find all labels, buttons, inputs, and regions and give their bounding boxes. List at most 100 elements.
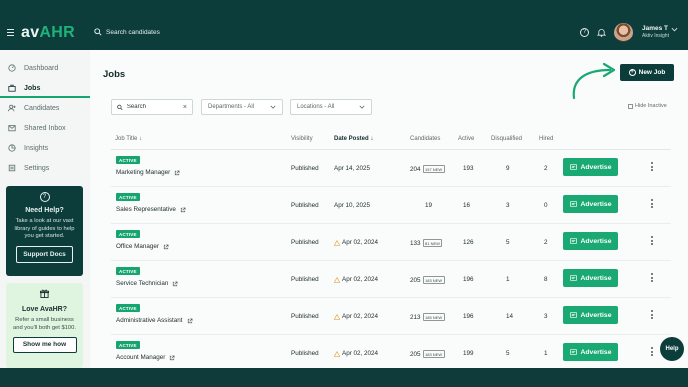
advertise-button[interactable]: Advertise <box>563 343 618 361</box>
sidebar-item-candidates[interactable]: Candidates <box>0 100 90 116</box>
candidates-value[interactable]: 204 157 NEW <box>410 165 445 173</box>
referral-card-text: Refer a small business and you'll both g… <box>13 317 76 331</box>
date-posted-value: Apr 14, 2025 <box>334 165 371 172</box>
locations-select[interactable]: Locations - All <box>290 99 372 115</box>
search-icon <box>94 28 102 36</box>
more-options-icon[interactable] <box>651 273 654 283</box>
advertise-button[interactable]: Advertise <box>563 232 618 250</box>
sidebar-item-label: Insights <box>24 144 49 152</box>
column-date-posted[interactable]: Date Posted ↓ <box>334 136 373 142</box>
job-title-link[interactable]: Account Manager <box>116 354 175 361</box>
date-posted-value: Apr 02, 2024 <box>334 350 378 357</box>
advertise-button[interactable]: Advertise <box>563 269 618 287</box>
external-link-icon[interactable] <box>172 281 178 287</box>
visibility-value: Published <box>291 239 319 246</box>
app-logo[interactable]: avAHR <box>21 24 75 42</box>
hired-value: 2 <box>544 165 548 172</box>
new-job-label: New Job <box>638 69 666 76</box>
checkbox-icon[interactable] <box>628 103 633 109</box>
disqualified-value: 9 <box>506 165 510 172</box>
visibility-value: Published <box>291 165 319 172</box>
table-header: Job Title ↓ Visibility Date Posted ↓ Can… <box>111 136 671 148</box>
search-candidates-input[interactable] <box>106 28 216 36</box>
support-docs-button[interactable]: Support Docs <box>16 245 73 263</box>
job-title-link[interactable]: Service Technician <box>116 280 178 287</box>
column-hired[interactable]: Hired <box>539 136 553 142</box>
more-options-icon[interactable] <box>651 199 654 209</box>
chevron-down-icon[interactable] <box>671 27 678 32</box>
annotation-arrow-icon <box>572 62 616 100</box>
column-job-title[interactable]: Job Title ↓ <box>115 136 142 142</box>
candidates-value[interactable]: 205 183 NEW <box>410 276 445 284</box>
insights-icon <box>8 144 16 152</box>
external-link-icon[interactable] <box>174 170 180 176</box>
table-row[interactable]: ACTIVE Service Technician Published Apr 02,… <box>111 261 671 298</box>
more-options-icon[interactable] <box>651 347 654 357</box>
warning-icon <box>334 276 340 283</box>
hide-inactive-toggle[interactable]: Hide Inactive <box>628 103 667 109</box>
external-link-icon[interactable] <box>163 244 169 250</box>
advertise-button[interactable]: Advertise <box>563 306 618 324</box>
megaphone-icon <box>569 275 577 281</box>
table-row[interactable]: ACTIVE Account Manager Published Apr 02, 20… <box>111 335 671 372</box>
sidebar-item-jobs[interactable]: Jobs <box>0 80 90 96</box>
clear-icon[interactable]: × <box>183 104 187 111</box>
external-link-icon[interactable] <box>169 355 175 361</box>
external-link-icon[interactable] <box>180 207 186 213</box>
new-candidates-badge: 183 NEW <box>422 350 445 358</box>
job-search-field[interactable]: × <box>111 99 193 115</box>
disqualified-value: 5 <box>506 239 510 246</box>
menu-icon[interactable] <box>7 29 14 36</box>
sidebar-item-shared-inbox[interactable]: Shared Inbox <box>0 120 90 136</box>
new-job-button[interactable]: + New Job <box>620 64 674 81</box>
job-search-input[interactable] <box>126 104 179 110</box>
more-options-icon[interactable] <box>651 162 654 172</box>
departments-select[interactable]: Departments - All <box>201 99 283 115</box>
sidebar-item-settings[interactable]: Settings <box>0 160 90 176</box>
search-icon <box>117 104 123 110</box>
advertise-button[interactable]: Advertise <box>563 195 618 213</box>
status-badge: ACTIVE <box>116 304 140 312</box>
column-visibility[interactable]: Visibility <box>291 136 313 142</box>
table-row[interactable]: ACTIVE Administrative Assistant Published A… <box>111 298 671 335</box>
warning-icon <box>334 239 340 246</box>
user-org: Aktiv Insight <box>642 33 669 39</box>
show-me-how-button[interactable]: Show me how <box>12 337 77 353</box>
sidebar-item-dashboard[interactable]: Dashboard <box>0 60 90 76</box>
visibility-value: Published <box>291 276 319 283</box>
candidate-search[interactable] <box>94 28 216 36</box>
bell-icon[interactable] <box>597 28 606 37</box>
column-disqualified[interactable]: Disqualified <box>491 136 522 142</box>
candidates-value[interactable]: 19 <box>425 202 432 209</box>
active-value: 126 <box>463 239 474 246</box>
warning-icon <box>334 350 340 357</box>
table-row[interactable]: ACTIVE Marketing Manager Published Apr 14, … <box>111 150 671 187</box>
avatar[interactable] <box>614 23 633 42</box>
column-candidates[interactable]: Candidates <box>410 136 440 142</box>
disqualified-value: 3 <box>506 202 510 209</box>
referral-card: Love AvaHR? Refer a small business and y… <box>6 283 83 368</box>
candidates-value[interactable]: 205 183 NEW <box>410 350 445 358</box>
sidebar-item-insights[interactable]: Insights <box>0 140 90 156</box>
column-active[interactable]: Active <box>458 136 474 142</box>
table-row[interactable]: ACTIVE Office Manager Published Apr 02, 202… <box>111 224 671 261</box>
visibility-value: Published <box>291 202 319 209</box>
more-options-icon[interactable] <box>651 236 654 246</box>
table-row[interactable]: ACTIVE Sales Representative Published Apr 1… <box>111 187 671 224</box>
sidebar-item-label: Settings <box>24 164 50 172</box>
job-title-link[interactable]: Marketing Manager <box>116 169 180 176</box>
advertise-button[interactable]: Advertise <box>563 158 618 176</box>
status-badge: ACTIVE <box>116 230 140 238</box>
job-title-link[interactable]: Office Manager <box>116 243 169 250</box>
disqualified-value: 5 <box>506 350 510 357</box>
candidates-value[interactable]: 133 81 NEW <box>410 239 443 247</box>
job-title-link[interactable]: Sales Representative <box>116 206 186 213</box>
candidates-value[interactable]: 213 185 NEW <box>410 313 445 321</box>
more-options-icon[interactable] <box>651 310 654 320</box>
job-title-link[interactable]: Administrative Assistant <box>116 317 193 324</box>
help-chat-button[interactable]: Help <box>660 337 684 361</box>
help-circle-icon[interactable]: ? <box>580 28 589 37</box>
new-candidates-badge: 183 NEW <box>422 276 445 284</box>
user-name[interactable]: James T <box>642 25 668 32</box>
external-link-icon[interactable] <box>187 318 193 324</box>
